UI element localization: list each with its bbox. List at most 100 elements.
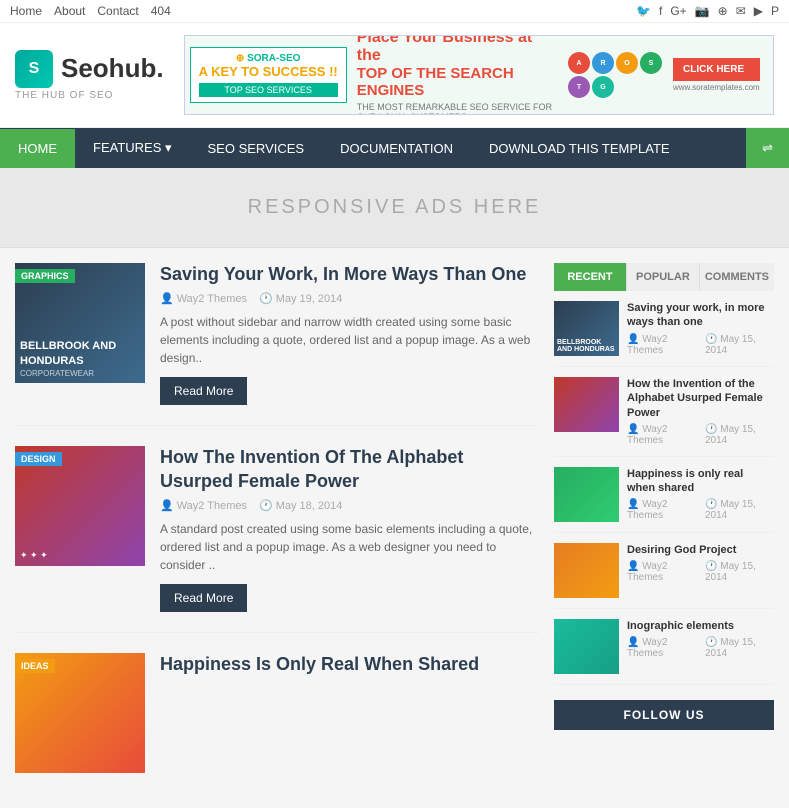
sidebar-post-text-1: Saving your work, in more ways than one … [627, 301, 774, 356]
thumb-text-1: BELLBROOK AND HONDURAS [20, 339, 140, 368]
post-title-2: How The Invention Of The Alphabet Usurpe… [160, 446, 539, 493]
instagram-icon[interactable]: 📷 [695, 4, 710, 18]
nav-contact[interactable]: Contact [97, 4, 138, 18]
circle-analyze: A [568, 52, 590, 74]
circle-track: T [568, 76, 590, 98]
logo-text: Seohub. [61, 53, 164, 84]
banner-mid-headline: Place Your Business at the TOP OF THE SE… [357, 35, 558, 99]
ad-banner: RESPONSIVE ADS HERE [0, 168, 789, 248]
thumb-decor-2: ✦ ✦ ✦ [20, 550, 140, 562]
follow-us: FOLLOW US [554, 700, 774, 730]
sidebar-date-3: 🕐 May 15, 2014 [705, 499, 774, 521]
nav-item-documentation[interactable]: DOCUMENTATION [322, 129, 471, 168]
post-tag-1: GRAPHICS [15, 269, 75, 283]
sidebar: RECENT POPULAR COMMENTS BELLBROOK AND HO… [554, 263, 774, 793]
circle-optimize: O [616, 52, 638, 74]
click-here-button[interactable]: CLICK HERE [673, 58, 760, 81]
sidebar-author-3: 👤 Way2 Themes [627, 499, 699, 521]
post-tag-2: DESIGN [15, 452, 62, 466]
post-content-3: Happiness Is Only Real When Shared [160, 653, 539, 773]
post-item: IDEAS Happiness Is Only Real When Shared [15, 653, 539, 773]
sidebar-post-meta-1: 👤 Way2 Themes 🕐 May 15, 2014 [627, 334, 774, 356]
sidebar-post-title-5: Inographic elements [627, 619, 774, 633]
nav-about[interactable]: About [54, 4, 85, 18]
post-thumb-3: IDEAS [15, 653, 145, 773]
email-icon[interactable]: ✉ [736, 4, 746, 18]
read-more-button-1[interactable]: Read More [160, 377, 247, 405]
nav-home[interactable]: Home [10, 4, 42, 18]
circle-submit: S [640, 52, 662, 74]
sidebar-author-5: 👤 Way2 Themes [627, 637, 699, 659]
banner-right: A R O S T G CLICK HERE www.soratemplates… [568, 52, 768, 98]
tab-popular[interactable]: POPULAR [627, 263, 700, 291]
sidebar-post-meta-4: 👤 Way2 Themes 🕐 May 15, 2014 [627, 561, 774, 583]
main-posts: GRAPHICS BELLBROOK AND HONDURAS CORPORAT… [15, 263, 539, 793]
post-date-2: 🕐 May 18, 2014 [259, 499, 342, 512]
top-social: 🐦 f G+ 📷 ⊕ ✉ ▶ P [636, 4, 779, 18]
post-excerpt-1: A post without sidebar and narrow width … [160, 313, 539, 367]
sidebar-post-title-3: Happiness is only real when shared [627, 467, 774, 496]
tab-comments[interactable]: COMMENTS [700, 263, 774, 291]
top-bar: Home About Contact 404 🐦 f G+ 📷 ⊕ ✉ ▶ P [0, 0, 789, 23]
sidebar-thumb-2 [554, 377, 619, 432]
main-nav: HOME FEATURES ▾ SEO SERVICES DOCUMENTATI… [0, 128, 789, 168]
read-more-button-2[interactable]: Read More [160, 584, 247, 612]
post-excerpt-2: A standard post created using some basic… [160, 520, 539, 574]
tab-recent[interactable]: RECENT [554, 263, 627, 291]
nav-item-features[interactable]: FEATURES ▾ [75, 128, 190, 168]
sidebar-thumb-1: BELLBROOK AND HONDURAS [554, 301, 619, 356]
content-area: GRAPHICS BELLBROOK AND HONDURAS CORPORAT… [0, 248, 789, 808]
banner-mid-sub: THE MOST REMARKABLE SEO SERVICE FOR OUR … [357, 102, 558, 116]
sidebar-tabs: RECENT POPULAR COMMENTS [554, 263, 774, 291]
googleplus-icon[interactable]: G+ [670, 4, 686, 18]
sidebar-post: Inographic elements 👤 Way2 Themes 🕐 May … [554, 619, 774, 685]
nav-item-home[interactable]: HOME [0, 129, 75, 168]
sidebar-post-text-5: Inographic elements 👤 Way2 Themes 🕐 May … [627, 619, 774, 674]
nav-404[interactable]: 404 [151, 4, 171, 18]
top-nav: Home About Contact 404 [10, 4, 171, 18]
sidebar-date-5: 🕐 May 15, 2014 [705, 637, 774, 659]
sidebar-thumb-5 [554, 619, 619, 674]
sidebar-date-4: 🕐 May 15, 2014 [705, 561, 774, 583]
sidebar-post-text-2: How the Invention of the Alphabet Usurpe… [627, 377, 774, 446]
circle-report: R [592, 52, 614, 74]
circle-grow: G [592, 76, 614, 98]
sidebar-post-title-4: Desiring God Project [627, 543, 774, 557]
pinterest-icon[interactable]: P [771, 4, 779, 18]
post-author-1: 👤 Way2 Themes [160, 292, 247, 305]
post-meta-1: 👤 Way2 Themes 🕐 May 19, 2014 [160, 292, 539, 305]
seo-circles: A R O S T G [568, 52, 668, 98]
sidebar-post: BELLBROOK AND HONDURAS Saving your work,… [554, 301, 774, 367]
sidebar-post-text-4: Desiring God Project 👤 Way2 Themes 🕐 May… [627, 543, 774, 598]
logo-icon: S [15, 50, 53, 88]
post-content-1: Saving Your Work, In More Ways Than One … [160, 263, 539, 405]
youtube-icon[interactable]: ▶ [754, 4, 763, 18]
sidebar-thumb-4 [554, 543, 619, 598]
sidebar-post-meta-2: 👤 Way2 Themes 🕐 May 15, 2014 [627, 424, 774, 446]
rss-icon[interactable]: ⊕ [718, 4, 728, 18]
header: S Seohub. THE HUB OF SEO ⊕ SORA-SEO A KE… [0, 23, 789, 128]
shuffle-button[interactable]: ⇌ [746, 128, 789, 168]
facebook-icon[interactable]: f [659, 4, 662, 18]
post-item: DESIGN ✦ ✦ ✦ How The Invention Of The Al… [15, 446, 539, 633]
sidebar-date-2: 🕐 May 15, 2014 [705, 424, 774, 446]
post-thumb-2: DESIGN ✦ ✦ ✦ [15, 446, 145, 566]
banner-mid: Place Your Business at the TOP OF THE SE… [347, 35, 568, 115]
post-item: GRAPHICS BELLBROOK AND HONDURAS CORPORAT… [15, 263, 539, 426]
twitter-icon[interactable]: 🐦 [636, 4, 651, 18]
sidebar-author-1: 👤 Way2 Themes [627, 334, 699, 356]
nav-item-download[interactable]: DOWNLOAD THIS TEMPLATE [471, 129, 688, 168]
sidebar-post-meta-5: 👤 Way2 Themes 🕐 May 15, 2014 [627, 637, 774, 659]
nav-item-seo-services[interactable]: SEO SERVICES [190, 129, 323, 168]
logo-sub: THE HUB OF SEO [15, 90, 164, 101]
banner-area: ⊕ SORA-SEO A KEY TO SUCCESS !! TOP SEO S… [184, 35, 774, 115]
sidebar-author-4: 👤 Way2 Themes [627, 561, 699, 583]
banner-button[interactable]: TOP SEO SERVICES [199, 83, 338, 97]
banner-left: ⊕ SORA-SEO A KEY TO SUCCESS !! TOP SEO S… [190, 47, 347, 103]
sidebar-date-1: 🕐 May 15, 2014 [705, 334, 774, 356]
post-title-3: Happiness Is Only Real When Shared [160, 653, 539, 676]
sidebar-thumb-3 [554, 467, 619, 522]
post-author-2: 👤 Way2 Themes [160, 499, 247, 512]
post-title-1: Saving Your Work, In More Ways Than One [160, 263, 539, 286]
post-content-2: How The Invention Of The Alphabet Usurpe… [160, 446, 539, 612]
